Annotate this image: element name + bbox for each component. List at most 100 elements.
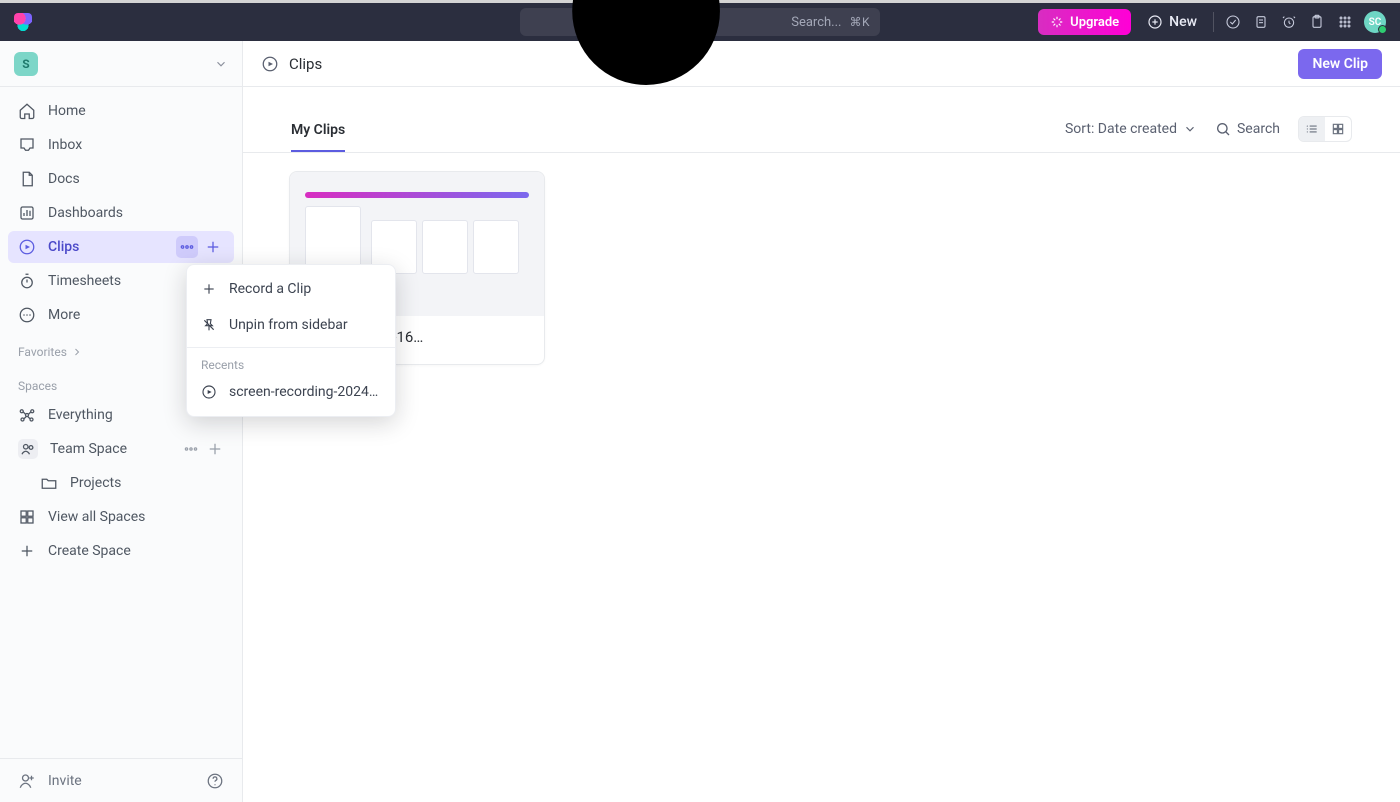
chevron-down-icon [214, 57, 228, 71]
apps-grid-icon[interactable] [1336, 13, 1354, 31]
alarm-icon[interactable] [1280, 13, 1298, 31]
upgrade-button[interactable]: Upgrade [1038, 9, 1131, 35]
nav-label: Docs [48, 171, 80, 187]
nav-label: Timesheets [48, 273, 121, 289]
new-clip-label: New Clip [1312, 56, 1368, 72]
nav-clips-actions [176, 236, 224, 258]
home-icon [18, 102, 36, 120]
nav-label: Inbox [48, 137, 82, 153]
menu-label: Record a Clip [229, 281, 311, 297]
more-circle-icon [18, 306, 36, 324]
workspace-switcher[interactable]: S [0, 41, 242, 87]
plus-icon [201, 281, 217, 297]
tab-my-clips[interactable]: My Clips [291, 122, 345, 152]
clips-icon [201, 384, 217, 400]
space-actions [182, 440, 224, 458]
chevron-down-icon [1183, 122, 1197, 136]
sidebar-footer: Invite [0, 758, 242, 802]
space-label: View all Spaces [48, 509, 145, 525]
nav-docs[interactable]: Docs [8, 163, 234, 195]
workspace-avatar: S [14, 52, 38, 76]
chevron-right-icon [71, 346, 83, 358]
space-team-space[interactable]: Team Space [8, 433, 234, 465]
search-placeholder: Search... [791, 15, 841, 30]
new-clip-button[interactable]: New Clip [1298, 49, 1382, 79]
search-shortcut: ⌘K [849, 15, 870, 29]
app-logo-icon[interactable] [14, 13, 32, 31]
menu-record-clip[interactable]: Record a Clip [187, 271, 395, 307]
clips-context-menu: Record a Clip Unpin from sidebar Recents… [186, 264, 396, 417]
folder-icon [40, 474, 58, 492]
global-search[interactable]: Search... ⌘K [520, 8, 880, 36]
stopwatch-icon [18, 272, 36, 290]
help-circle-icon[interactable] [206, 772, 224, 790]
nav-inbox[interactable]: Inbox [8, 129, 234, 161]
invite-button[interactable]: Invite [48, 773, 82, 789]
nav-label: Home [48, 103, 86, 119]
workspace-name [46, 58, 206, 70]
new-button[interactable]: New [1141, 9, 1203, 35]
add-clip-button[interactable] [202, 236, 224, 258]
space-label: Everything [48, 407, 113, 423]
recents-label: Recents [187, 352, 395, 374]
plus-icon [18, 542, 36, 560]
grid-icon [1331, 122, 1345, 136]
toolbar-right: Sort: Date created Search [1065, 116, 1352, 152]
menu-label: Unpin from sidebar [229, 317, 348, 333]
view-toggle [1298, 116, 1352, 142]
dashboard-icon [18, 204, 36, 222]
dots-horizontal-icon [178, 238, 196, 256]
list-icon [1305, 122, 1319, 136]
network-icon [18, 406, 36, 424]
sidebar: S Home Inbox Docs Dashboards [0, 41, 243, 802]
avatar-initials: SC [1369, 17, 1382, 28]
plus-icon[interactable] [206, 440, 224, 458]
search-icon [1215, 121, 1231, 137]
sparkle-icon [1050, 15, 1064, 29]
person-plus-icon [18, 772, 36, 790]
people-icon [18, 439, 38, 459]
grid-view-button[interactable] [1325, 117, 1351, 141]
nav-label: Clips [48, 239, 79, 255]
page-header: Clips New Clip [243, 41, 1400, 87]
view-all-spaces[interactable]: View all Spaces [8, 501, 234, 533]
toolbar: My Clips Sort: Date created Search [243, 87, 1400, 153]
notepad-icon[interactable] [1252, 13, 1270, 31]
plus-circle-icon [1147, 14, 1163, 30]
space-projects[interactable]: Projects [8, 467, 234, 499]
sort-button[interactable]: Sort: Date created [1065, 121, 1197, 137]
space-label: Team Space [50, 441, 127, 457]
app-body: S Home Inbox Docs Dashboards [0, 41, 1400, 802]
user-avatar[interactable]: SC [1364, 11, 1386, 33]
clipboard-icon[interactable] [1308, 13, 1326, 31]
doc-icon [18, 170, 36, 188]
unpin-icon [201, 317, 217, 333]
section-label: Favorites [18, 345, 67, 359]
create-space[interactable]: Create Space [8, 535, 234, 567]
list-view-button[interactable] [1299, 117, 1325, 141]
search-icon [530, 0, 783, 149]
top-bar: Search... ⌘K Upgrade New SC [0, 3, 1400, 41]
grid-icon [18, 508, 36, 526]
search-label: Search [1237, 121, 1280, 137]
recent-clip-item[interactable]: screen-recording-2024… [187, 374, 395, 410]
dots-horizontal-icon[interactable] [182, 440, 200, 458]
more-menu-button[interactable] [176, 236, 198, 258]
nav-home[interactable]: Home [8, 95, 234, 127]
menu-divider [187, 347, 395, 348]
nav-clips[interactable]: Clips [8, 231, 234, 263]
clips-icon [18, 238, 36, 256]
check-circle-icon[interactable] [1224, 13, 1242, 31]
menu-unpin[interactable]: Unpin from sidebar [187, 307, 395, 343]
nav-dashboards[interactable]: Dashboards [8, 197, 234, 229]
divider [1213, 12, 1214, 32]
clips-search-button[interactable]: Search [1215, 121, 1280, 137]
plus-icon [204, 238, 222, 256]
sort-label: Sort: Date created [1065, 121, 1177, 137]
clips-grid: g-2024-05-05-16… [243, 153, 1400, 383]
page-title: Clips [289, 55, 322, 73]
inbox-icon [18, 136, 36, 154]
recent-clip-title: screen-recording-2024… [229, 384, 378, 400]
clips-icon [261, 55, 279, 73]
nav-label: More [48, 307, 80, 323]
